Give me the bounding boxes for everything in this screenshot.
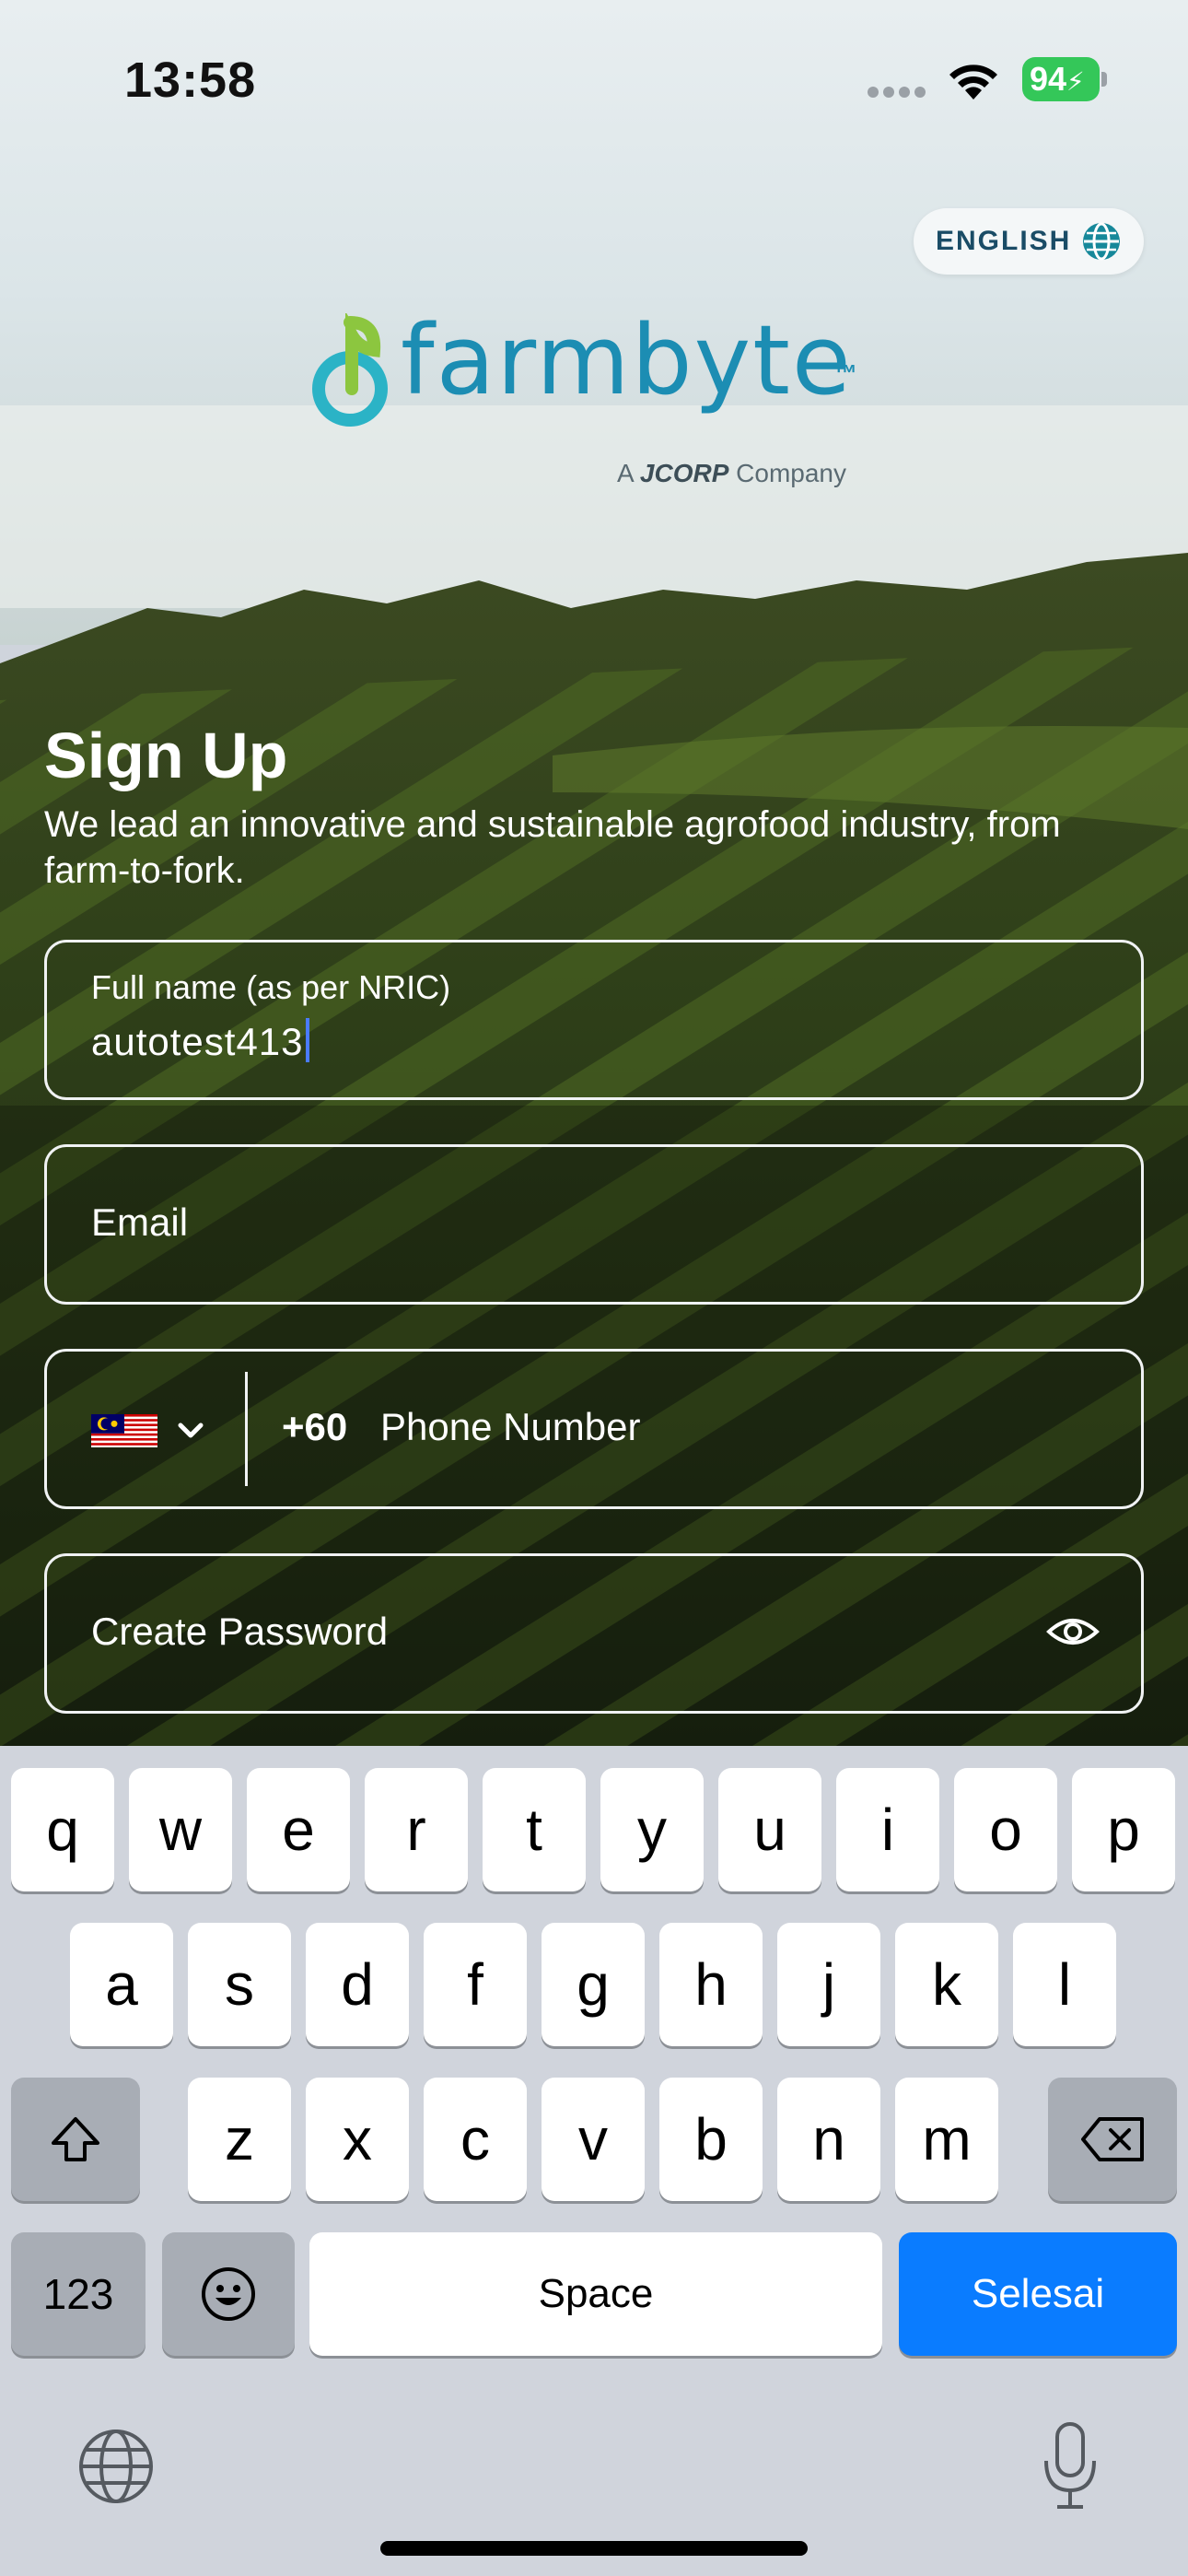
key-v[interactable]: v <box>542 2078 645 2201</box>
page-title: Sign Up <box>44 720 288 791</box>
key-g[interactable]: g <box>542 1923 645 2046</box>
status-bar: 13:58 94⚡ <box>0 0 1188 157</box>
malaysia-flag-icon[interactable] <box>91 1414 157 1447</box>
backspace-key[interactable] <box>1048 2078 1177 2201</box>
language-selector[interactable]: ENGLISH <box>914 208 1144 275</box>
text-cursor <box>305 1018 309 1062</box>
eye-icon[interactable] <box>1045 1610 1101 1654</box>
shift-icon <box>52 2117 99 2161</box>
key-t[interactable]: t <box>483 1768 586 1891</box>
leaf-logo-icon <box>312 313 388 427</box>
key-k[interactable]: k <box>895 1923 998 2046</box>
key-l[interactable]: l <box>1013 1923 1116 2046</box>
home-indicator <box>380 2541 808 2556</box>
key-z[interactable]: z <box>188 2078 291 2201</box>
emoji-key[interactable] <box>162 2232 295 2356</box>
emoji-icon <box>202 2267 255 2321</box>
logo-wordmark: farmbyte <box>401 304 853 416</box>
key-c[interactable]: c <box>424 2078 527 2201</box>
key-a[interactable]: a <box>70 1923 173 2046</box>
space-key[interactable]: Space <box>309 2232 882 2356</box>
battery-level: 94 <box>1030 60 1067 98</box>
key-r[interactable]: r <box>365 1768 468 1891</box>
email-field[interactable]: Email <box>44 1144 1144 1305</box>
key-u[interactable]: u <box>718 1768 821 1891</box>
logo-tagline: A JCORP Company <box>617 459 847 487</box>
globe-icon <box>1083 222 1120 261</box>
phone-field[interactable]: +60 Phone Number <box>44 1349 1144 1509</box>
key-x[interactable]: x <box>306 2078 409 2201</box>
backspace-icon <box>1081 2117 1144 2161</box>
shift-key[interactable] <box>11 2078 140 2201</box>
logo-trademark: ™ <box>833 359 857 387</box>
field-divider <box>245 1372 248 1486</box>
key-j[interactable]: j <box>777 1923 880 2046</box>
wifi-icon <box>949 64 997 100</box>
key-w[interactable]: w <box>129 1768 232 1891</box>
globe-keyboard-icon[interactable] <box>77 2428 155 2505</box>
clock: 13:58 <box>124 53 257 108</box>
cellular-signal-icon <box>868 87 926 100</box>
full-name-input[interactable]: autotest413 <box>91 1018 309 1064</box>
key-m[interactable]: m <box>895 2078 998 2201</box>
chevron-down-icon[interactable] <box>176 1418 205 1444</box>
key-y[interactable]: y <box>600 1768 704 1891</box>
key-s[interactable]: s <box>188 1923 291 2046</box>
full-name-label: Full name (as per NRIC) <box>91 968 451 1006</box>
key-b[interactable]: b <box>659 2078 763 2201</box>
key-i[interactable]: i <box>836 1768 939 1891</box>
key-p[interactable]: p <box>1072 1768 1175 1891</box>
key-e[interactable]: e <box>247 1768 350 1891</box>
done-key[interactable]: Selesai <box>899 2232 1177 2356</box>
language-label: ENGLISH <box>936 226 1072 256</box>
onscreen-keyboard: 123 Space Selesai qwertyuiop asdfghjkl zxc… <box>0 1746 1188 2576</box>
key-h[interactable]: h <box>659 1923 763 2046</box>
key-d[interactable]: d <box>306 1923 409 2046</box>
microphone-icon[interactable] <box>1039 2420 1101 2512</box>
battery-icon: 94⚡ <box>1022 57 1107 101</box>
key-q[interactable]: q <box>11 1768 114 1891</box>
password-field[interactable]: Create Password <box>44 1553 1144 1714</box>
email-placeholder: Email <box>91 1200 189 1244</box>
page-subtitle: We lead an innovative and sustainable ag… <box>44 804 1061 891</box>
key-n[interactable]: n <box>777 2078 880 2201</box>
password-placeholder: Create Password <box>91 1610 389 1653</box>
key-f[interactable]: f <box>424 1923 527 2046</box>
dial-code: +60 <box>282 1405 348 1448</box>
numbers-key[interactable]: 123 <box>11 2232 146 2356</box>
key-o[interactable]: o <box>954 1768 1057 1891</box>
farmbyte-logo: farmbyte ™ A JCORP Company <box>304 304 893 488</box>
phone-placeholder: Phone Number <box>380 1405 641 1448</box>
full-name-field[interactable]: Full name (as per NRIC) autotest413 <box>44 940 1144 1100</box>
